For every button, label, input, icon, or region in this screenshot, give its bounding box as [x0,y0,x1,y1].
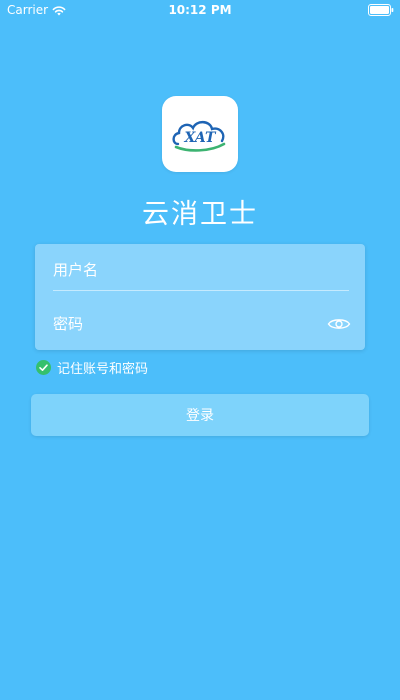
username-input[interactable] [53,261,349,279]
cloud-logo-icon: XAT [172,120,226,152]
remember-credentials-checkbox[interactable]: 记住账号和密码 [36,358,148,377]
password-input[interactable] [53,315,321,333]
username-field-row [53,250,349,291]
password-field-row [53,304,351,344]
battery-icon [368,4,394,16]
eye-icon[interactable] [327,316,351,332]
login-form [35,244,365,350]
login-button[interactable]: 登录 [31,394,369,436]
remember-label: 记住账号和密码 [57,362,149,377]
app-logo: XAT [162,96,238,172]
status-time: 10:12 PM [168,3,232,17]
status-bar: Carrier 10:12 PM [0,0,400,22]
logo-text: XAT [184,130,217,146]
check-circle-icon[interactable] [36,360,51,375]
app-title: 云消卫士 [142,199,258,230]
